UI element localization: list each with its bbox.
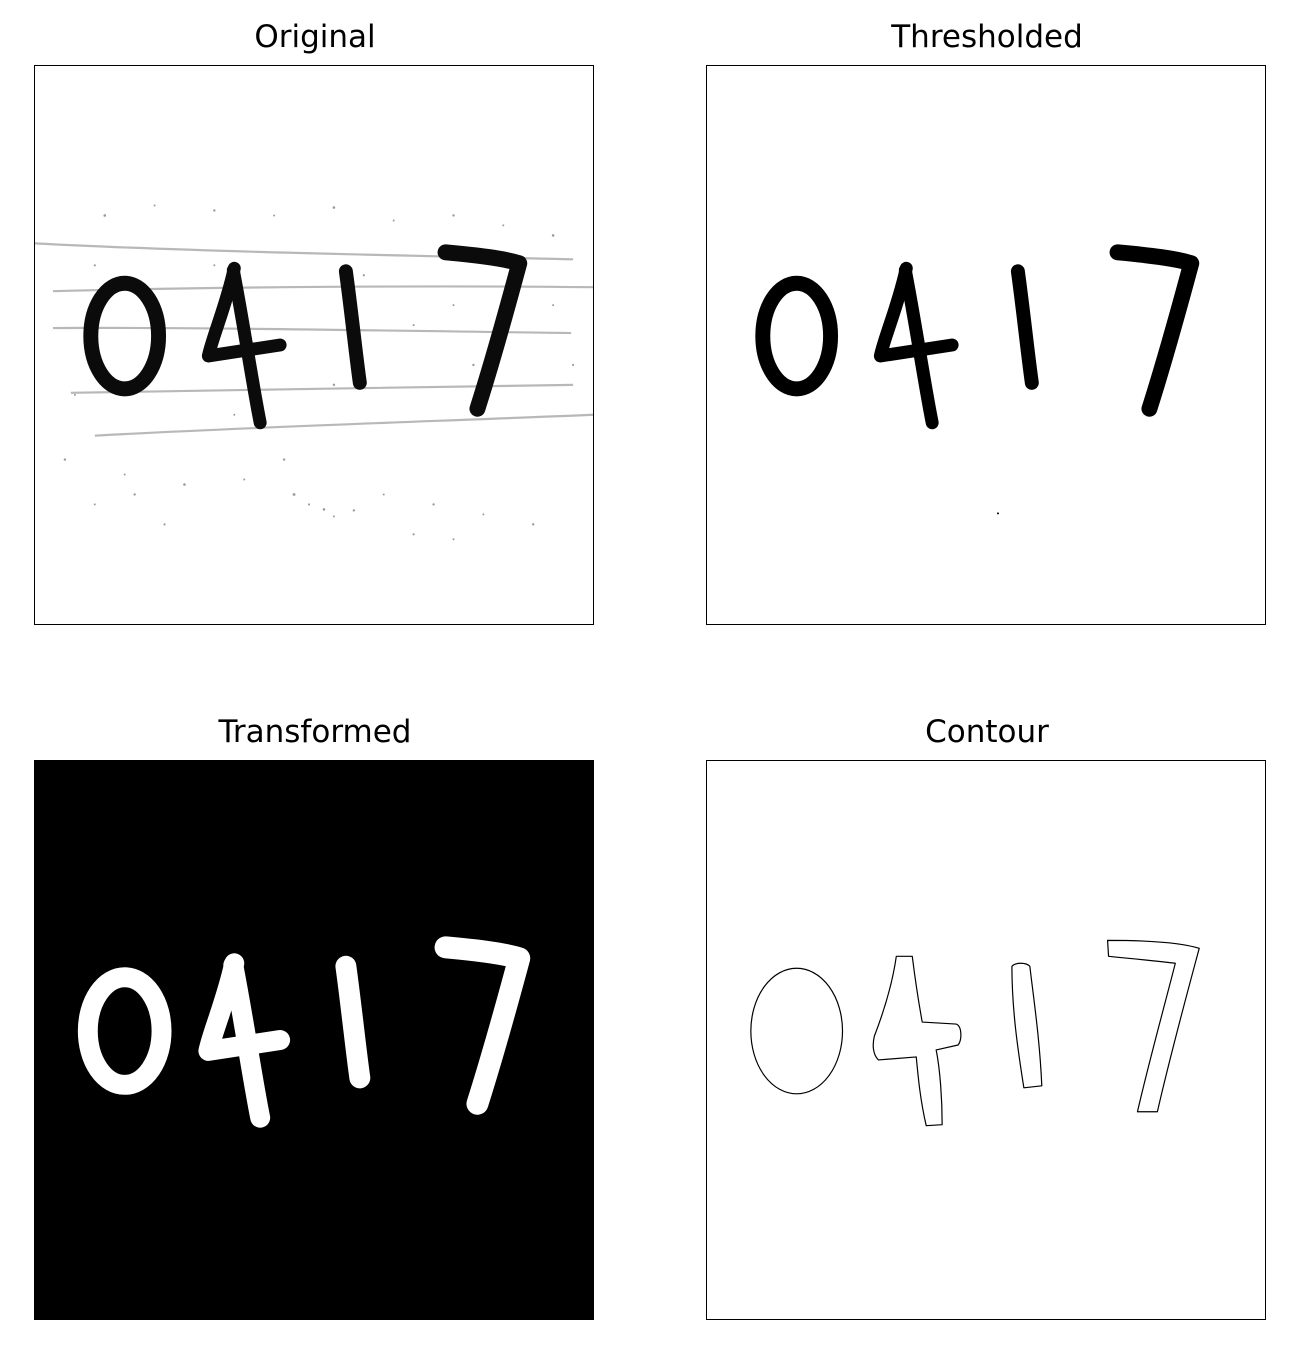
transformed-image-panel [34, 760, 594, 1320]
transformed-image [35, 761, 593, 1319]
panel-title-original: Original [254, 19, 376, 55]
original-image-panel [34, 65, 594, 625]
panel-title-contour: Contour [925, 714, 1049, 750]
panel-title-thresholded: Thresholded [891, 19, 1083, 55]
original-image [35, 66, 593, 624]
panel-title-transformed: Transformed [218, 714, 412, 750]
contour-image-panel [706, 760, 1266, 1320]
thresholded-image-panel [706, 65, 1266, 625]
thresholded-image [707, 66, 1265, 624]
noise-dot [996, 512, 999, 515]
contour-image [707, 761, 1265, 1319]
